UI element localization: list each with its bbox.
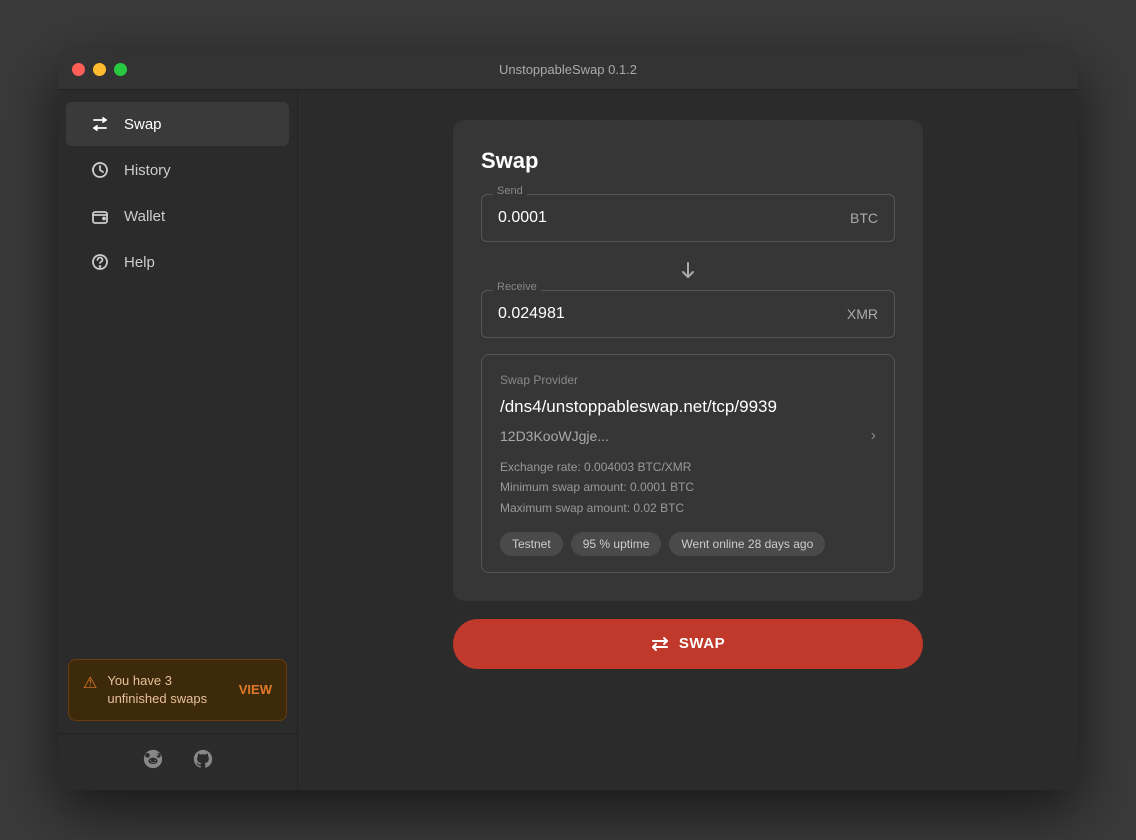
warning-icon: ⚠ bbox=[83, 673, 97, 693]
send-field-group: Send 0.0001 BTC bbox=[481, 194, 895, 242]
sidebar: Swap History bbox=[58, 90, 298, 790]
swap-icon bbox=[90, 114, 110, 134]
window-controls bbox=[72, 63, 127, 76]
help-icon bbox=[90, 252, 110, 272]
receive-value: 0.024981 bbox=[498, 305, 565, 323]
unfinished-swaps-text: You have 3 unfinished swaps bbox=[107, 672, 228, 708]
app-window: UnstoppableSwap 0.1.2 Swap bbox=[58, 50, 1078, 790]
badge-online: Went online 28 days ago bbox=[669, 532, 825, 556]
sidebar-item-swap[interactable]: Swap bbox=[66, 102, 289, 146]
titlebar: UnstoppableSwap 0.1.2 bbox=[58, 50, 1078, 90]
send-value: 0.0001 bbox=[498, 209, 547, 227]
receive-label: Receive bbox=[493, 281, 541, 293]
send-label: Send bbox=[493, 185, 527, 197]
swap-button[interactable]: SWAP bbox=[453, 619, 923, 669]
sidebar-item-help-label: Help bbox=[124, 254, 155, 271]
receive-field-group: Receive 0.024981 XMR bbox=[481, 290, 895, 338]
minimize-button[interactable] bbox=[93, 63, 106, 76]
github-icon[interactable] bbox=[192, 748, 214, 776]
app-content: Swap History bbox=[58, 90, 1078, 790]
swap-card: Swap Send 0.0001 BTC bbox=[453, 120, 923, 601]
sidebar-item-help[interactable]: Help bbox=[66, 240, 289, 284]
provider-badges: Testnet 95 % uptime Went online 28 days … bbox=[500, 532, 876, 556]
unfinished-swaps-banner[interactable]: ⚠ You have 3 unfinished swaps VIEW bbox=[68, 659, 287, 721]
sidebar-item-wallet-label: Wallet bbox=[124, 208, 165, 225]
main-content: Swap Send 0.0001 BTC bbox=[298, 90, 1078, 790]
send-field[interactable]: 0.0001 BTC bbox=[481, 194, 895, 242]
receive-currency: XMR bbox=[847, 306, 878, 322]
direction-arrow bbox=[481, 250, 895, 290]
reddit-icon[interactable] bbox=[142, 748, 164, 776]
receive-field[interactable]: 0.024981 XMR bbox=[481, 290, 895, 338]
max-swap: Maximum swap amount: 0.02 BTC bbox=[500, 498, 876, 518]
sidebar-item-history[interactable]: History bbox=[66, 148, 289, 192]
exchange-rate: Exchange rate: 0.004003 BTC/XMR bbox=[500, 457, 876, 477]
provider-address: /dns4/unstoppableswap.net/tcp/9939 bbox=[500, 395, 876, 419]
badge-testnet: Testnet bbox=[500, 532, 563, 556]
provider-box: Swap Provider /dns4/unstoppableswap.net/… bbox=[481, 354, 895, 573]
nav-items: Swap History bbox=[58, 90, 297, 647]
sidebar-item-wallet[interactable]: Wallet bbox=[66, 194, 289, 238]
card-title: Swap bbox=[481, 148, 895, 174]
min-swap: Minimum swap amount: 0.0001 BTC bbox=[500, 477, 876, 497]
wallet-icon bbox=[90, 206, 110, 226]
badge-uptime: 95 % uptime bbox=[571, 532, 662, 556]
close-button[interactable] bbox=[72, 63, 85, 76]
provider-peer-id: 12D3KooWJgje... bbox=[500, 428, 609, 444]
provider-label: Swap Provider bbox=[500, 373, 876, 387]
chevron-right-icon: › bbox=[871, 427, 876, 445]
maximize-button[interactable] bbox=[114, 63, 127, 76]
sidebar-footer bbox=[58, 733, 297, 790]
history-icon bbox=[90, 160, 110, 180]
sidebar-item-swap-label: Swap bbox=[124, 116, 162, 133]
view-swaps-button[interactable]: VIEW bbox=[239, 682, 272, 697]
provider-meta: Exchange rate: 0.004003 BTC/XMR Minimum … bbox=[500, 457, 876, 518]
banner-left: ⚠ You have 3 unfinished swaps bbox=[83, 672, 229, 708]
send-currency: BTC bbox=[850, 210, 878, 226]
window-title: UnstoppableSwap 0.1.2 bbox=[499, 62, 637, 77]
sidebar-item-history-label: History bbox=[124, 162, 171, 179]
provider-peer-row[interactable]: 12D3KooWJgje... › bbox=[500, 427, 876, 445]
swap-button-label: SWAP bbox=[679, 635, 725, 652]
